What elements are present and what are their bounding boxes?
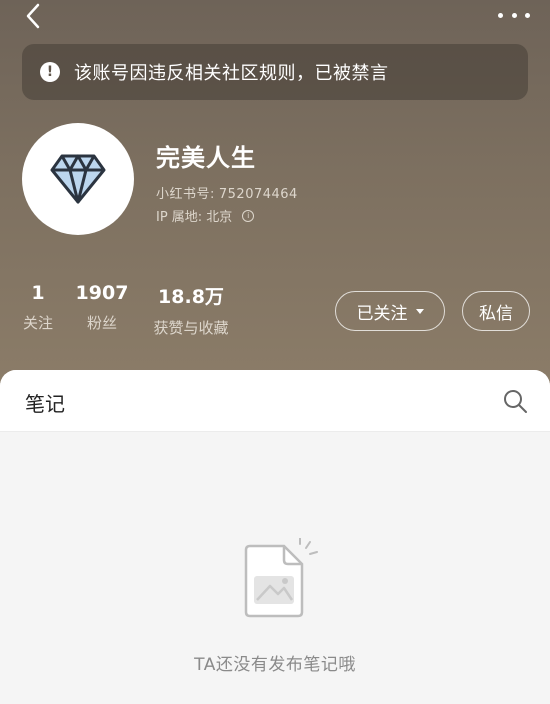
info-icon[interactable]: i: [242, 209, 255, 222]
ip-location-value: 北京: [206, 210, 233, 225]
user-id-value: 752074464: [218, 187, 298, 202]
following-button[interactable]: 已关注: [335, 291, 445, 331]
stat-followers[interactable]: 1907 粉丝: [72, 282, 132, 333]
ban-notice-text: 该账号因违反相关社区规则，已被禁言: [74, 63, 389, 84]
more-dot-icon: [498, 12, 503, 18]
stat-likes-label: 获赞与收藏: [153, 319, 229, 337]
profile-header: ! 该账号因违反相关社区规则，已被禁言 完美人生 小红书号: 752074464 …: [0, 0, 550, 385]
exclamation-icon: !: [40, 62, 60, 82]
user-id: 小红书号: 752074464: [156, 183, 298, 202]
stat-likes[interactable]: 18.8万 获赞与收藏: [146, 282, 236, 338]
ip-location: IP 属地: 北京 i: [156, 206, 255, 225]
stat-followers-label: 粉丝: [86, 314, 117, 332]
stat-following-label: 关注: [22, 314, 53, 332]
more-dot-icon: [511, 12, 517, 18]
more-dot-icon: [525, 12, 530, 18]
empty-state-text: TA还没有发布笔记哦: [194, 655, 356, 675]
tab-notes[interactable]: 笔记: [25, 388, 65, 417]
stat-following[interactable]: 1 关注: [20, 282, 56, 333]
more-options-button[interactable]: [498, 8, 530, 22]
stat-likes-value: 18.8万: [158, 286, 224, 308]
back-button[interactable]: [22, 2, 48, 30]
user-id-label: 小红书号:: [156, 187, 215, 202]
notes-tabbar: 笔记: [0, 370, 550, 432]
message-button[interactable]: 私信: [462, 291, 530, 331]
chevron-left-icon: [26, 3, 40, 29]
avatar[interactable]: [22, 123, 134, 235]
stat-following-value: 1: [31, 282, 45, 304]
diamond-icon: [50, 154, 106, 204]
search-icon[interactable]: [502, 388, 528, 414]
stat-followers-value: 1907: [75, 282, 129, 304]
profile-name: 完美人生: [156, 144, 256, 172]
ban-notice-banner: ! 该账号因违反相关社区规则，已被禁言: [22, 44, 528, 100]
following-label: 已关注: [356, 303, 408, 324]
empty-document-icon: [240, 537, 320, 622]
content-panel: 笔记 TA还没有发布笔记哦: [0, 370, 550, 704]
caret-down-icon: [415, 308, 424, 314]
ip-location-label: IP 属地:: [156, 210, 203, 225]
